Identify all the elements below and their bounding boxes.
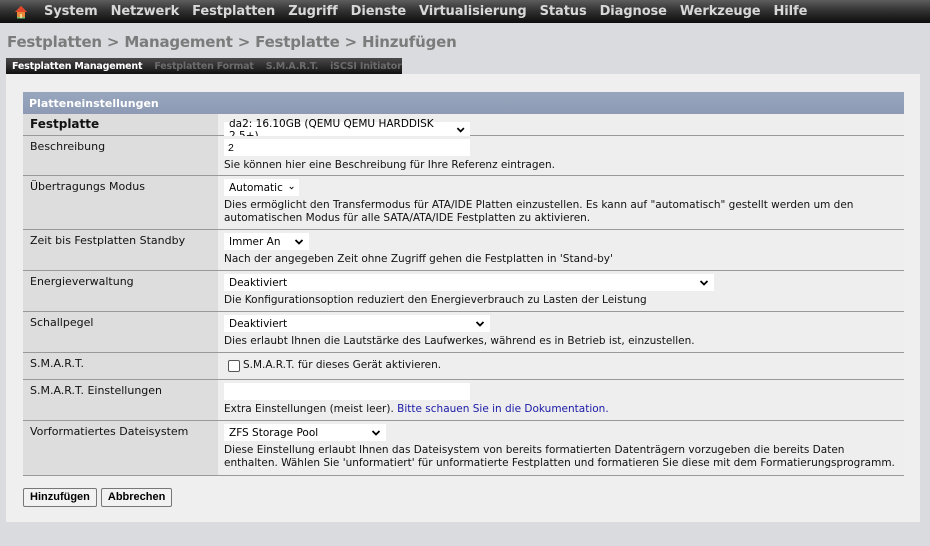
- chevron-down-icon: [699, 279, 709, 286]
- nav-werkzeuge[interactable]: Werkzeuge: [680, 4, 761, 19]
- acoustic-value: Deaktiviert: [229, 317, 288, 330]
- nav-festplatten[interactable]: Festplatten: [192, 4, 275, 19]
- smart-settings-hint: Extra Einstellungen (meist leer). Bitte …: [224, 403, 898, 416]
- nav-netzwerk[interactable]: Netzwerk: [111, 4, 180, 19]
- chevron-down-icon: [475, 320, 485, 327]
- row-smart-settings: S.M.A.R.T. Einstellungen Extra Einstellu…: [23, 380, 904, 421]
- disk-label: Festplatte: [23, 114, 218, 135]
- description-label: Beschreibung: [23, 136, 218, 175]
- description-hint: Sie können hier eine Beschreibung für Ih…: [224, 159, 555, 171]
- content-panel: Platteneinstellungen Festplatte da2: 16.…: [6, 74, 920, 522]
- preformatted-label: Vorformatiertes Dateisystem: [23, 421, 218, 475]
- breadcrumb: Festplatten > Management > Festplatte > …: [7, 33, 457, 51]
- form-actions: Hinzufügen Abbrechen: [23, 488, 173, 507]
- nav-zugriff[interactable]: Zugriff: [288, 4, 338, 19]
- acoustic-hint: Dies erlaubt Ihnen die Lautstärke des La…: [224, 335, 695, 347]
- row-standby: Zeit bis Festplatten Standby Immer An Na…: [23, 230, 904, 271]
- chevron-down-icon: [371, 429, 381, 436]
- standby-label: Zeit bis Festplatten Standby: [23, 230, 218, 270]
- power-label: Energieverwaltung: [23, 271, 218, 311]
- power-value: Deaktiviert: [229, 276, 288, 289]
- smart-label: S.M.A.R.T.: [23, 353, 218, 379]
- section-title: Platteneinstellungen: [23, 92, 904, 114]
- nav-system[interactable]: System: [44, 4, 98, 19]
- smart-settings-hint-text: Extra Einstellungen (meist leer).: [224, 403, 394, 415]
- row-smart: S.M.A.R.T. S.M.A.R.T. für dieses Gerät a…: [23, 353, 904, 380]
- nav-dienste[interactable]: Dienste: [351, 4, 406, 19]
- transfer-mode-label: Übertragungs Modus: [23, 176, 218, 229]
- standby-hint: Nach der angegeben Zeit ohne Zugriff geh…: [224, 253, 613, 265]
- power-select[interactable]: Deaktiviert: [224, 274, 714, 291]
- transfer-mode-hint: Dies ermöglicht den Transfermodus für AT…: [224, 199, 854, 224]
- row-power-management: Energieverwaltung Deaktiviert Die Konfig…: [23, 271, 904, 312]
- preformatted-value: ZFS Storage Pool: [229, 426, 319, 439]
- chevron-down-icon: [456, 127, 465, 133]
- preformatted-select[interactable]: ZFS Storage Pool: [224, 424, 386, 441]
- preformatted-hint: Diese Einstellung erlaubt Ihnen das Date…: [224, 444, 895, 469]
- standby-value: Immer An: [229, 235, 281, 248]
- disk-settings-form: Festplatte da2: 16.10GB (QEMU QEMU HARDD…: [23, 114, 904, 476]
- tab-smart[interactable]: S.M.A.R.T.: [260, 61, 324, 72]
- acoustic-label: Schallpegel: [23, 312, 218, 352]
- row-preformatted-fs: Vorformatiertes Dateisystem ZFS Storage …: [23, 421, 904, 476]
- chevron-down-icon: [294, 238, 304, 245]
- standby-select[interactable]: Immer An: [224, 233, 309, 250]
- tab-festplatten-management[interactable]: Festplatten Management: [6, 61, 148, 72]
- add-button[interactable]: Hinzufügen: [23, 488, 97, 507]
- transfer-mode-select[interactable]: Automatic: [224, 179, 299, 196]
- smart-settings-input[interactable]: [224, 383, 470, 400]
- tab-festplatten-format[interactable]: Festplatten Format: [148, 61, 259, 72]
- row-acoustic: Schallpegel Deaktiviert Dies erlaubt Ihn…: [23, 312, 904, 353]
- transfer-mode-value: Automatic: [229, 181, 283, 194]
- power-hint: Die Konfigurationsoption reduziert den E…: [224, 294, 647, 306]
- tab-bar: Festplatten Management Festplatten Forma…: [6, 58, 402, 74]
- nav-virtualisierung[interactable]: Virtualisierung: [419, 4, 527, 19]
- row-transfer-mode: Übertragungs Modus Automatic Dies ermögl…: [23, 176, 904, 230]
- chevron-down-icon: [289, 186, 294, 189]
- smart-settings-label: S.M.A.R.T. Einstellungen: [23, 380, 218, 420]
- smart-checkbox[interactable]: [228, 359, 240, 372]
- nav-hilfe[interactable]: Hilfe: [774, 4, 808, 19]
- row-disk: Festplatte da2: 16.10GB (QEMU QEMU HARDD…: [23, 114, 904, 142]
- top-navigation: System Netzwerk Festplatten Zugriff Dien…: [0, 0, 930, 23]
- row-description: Beschreibung Sie können hier eine Beschr…: [23, 136, 904, 176]
- documentation-link[interactable]: Bitte schauen Sie in die Dokumentation.: [397, 403, 609, 415]
- description-input[interactable]: [224, 139, 470, 156]
- nav-status[interactable]: Status: [540, 4, 587, 19]
- nav-diagnose[interactable]: Diagnose: [600, 4, 667, 19]
- acoustic-select[interactable]: Deaktiviert: [224, 315, 490, 332]
- home-icon[interactable]: [8, 0, 34, 23]
- tab-iscsi-initiator[interactable]: iSCSI Initiator: [324, 61, 407, 72]
- cancel-button[interactable]: Abbrechen: [100, 488, 173, 507]
- smart-checkbox-label[interactable]: S.M.A.R.T. für dieses Gerät aktivieren.: [243, 359, 441, 372]
